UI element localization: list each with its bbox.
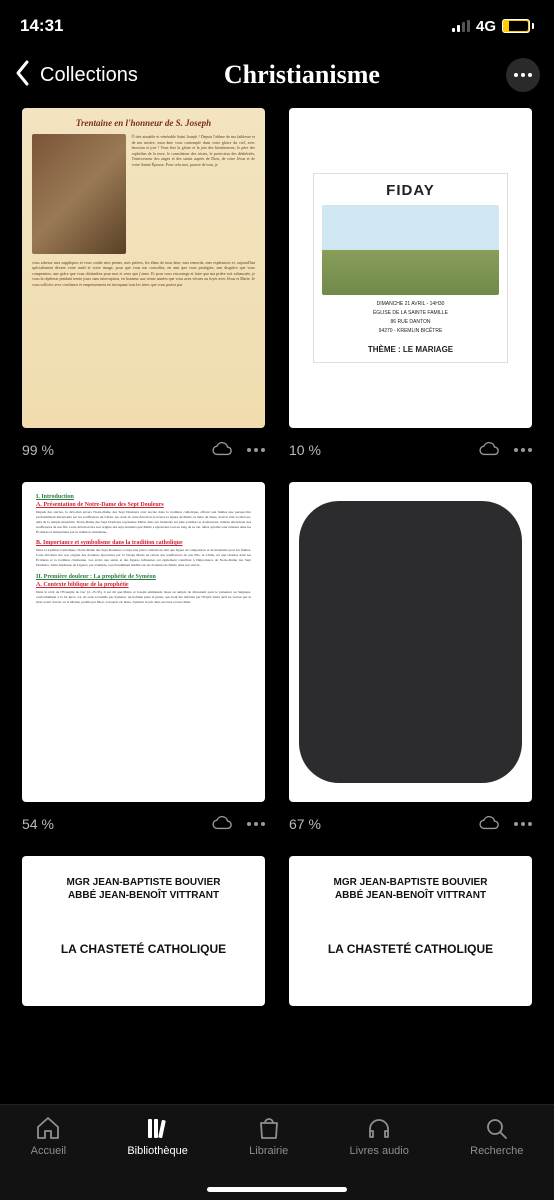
book-footer: 99 % xyxy=(22,438,265,462)
tab-audiobooks[interactable]: Livres audio xyxy=(350,1115,409,1157)
cover-text-fragment: Ô très aimable et vénérable Saint Joseph… xyxy=(132,134,255,254)
book-cover[interactable]: I. Introduction A. Présentation de Notre… xyxy=(22,482,265,802)
book-cover[interactable]: Trentaine en l'honneur de S. Joseph Ô tr… xyxy=(22,108,265,428)
cover-subtitle: ÉGLISE DE LA SAINTE FAMILLE xyxy=(322,310,498,317)
tab-label: Recherche xyxy=(470,1145,523,1157)
cover-subheading: B. Importance et symbolisme dans la trad… xyxy=(36,540,251,546)
reading-progress: 10 % xyxy=(289,442,321,458)
cover-author: ABBÉ JEAN-BENOÎT VITTRANT xyxy=(68,889,219,902)
cover-heading: II. Première douleur : La prophétie de S… xyxy=(36,574,251,580)
reading-progress: 99 % xyxy=(22,442,54,458)
back-button[interactable] xyxy=(14,59,32,92)
cover-title: Trentaine en l'honneur de S. Joseph xyxy=(32,118,255,128)
cover-theme: THÈME : LE MARIAGE xyxy=(322,345,498,354)
cover-title: LA CHASTETÉ CATHOLIQUE xyxy=(328,942,493,956)
more-options-button[interactable] xyxy=(506,58,540,92)
book-item: I. Introduction A. Présentation de Notre… xyxy=(22,482,265,836)
tab-label: Librairie xyxy=(249,1145,288,1157)
tab-bar: Accueil Bibliothèque Librairie Livres au… xyxy=(0,1104,554,1200)
cover-text-fragment: Dans la tradition Catholique, Notre-Dame… xyxy=(36,548,251,568)
status-time: 14:31 xyxy=(20,16,63,36)
page-title: Christianisme xyxy=(106,60,498,90)
book-item: Trentaine en l'honneur de S. Joseph Ô tr… xyxy=(22,108,265,462)
cover-heading: I. Introduction xyxy=(36,494,251,500)
tab-search[interactable]: Recherche xyxy=(470,1115,523,1157)
reading-progress: 54 % xyxy=(22,816,54,832)
cover-subtitle: DIMANCHE 21 AVRIL - 14H30 xyxy=(322,301,498,308)
item-more-button[interactable] xyxy=(247,822,265,826)
tab-home[interactable]: Accueil xyxy=(31,1115,66,1157)
cover-text-fragment: Depuis des siècles, la dévotion envers N… xyxy=(36,510,251,534)
tab-store[interactable]: Librairie xyxy=(249,1115,288,1157)
book-footer: 10 % xyxy=(289,438,532,462)
book-item: 67 % xyxy=(289,482,532,836)
cover-artwork xyxy=(32,134,126,254)
headphones-icon xyxy=(365,1115,393,1141)
cover-title: FIDAY xyxy=(322,182,498,199)
search-icon xyxy=(483,1115,511,1141)
cloud-download-button[interactable] xyxy=(478,814,500,835)
home-icon xyxy=(34,1115,62,1141)
cover-subheading: A. Contexte biblique de la prophétie xyxy=(36,582,251,588)
ellipsis-icon xyxy=(514,73,532,77)
network-type: 4G xyxy=(476,18,496,35)
item-more-button[interactable] xyxy=(514,822,532,826)
cover-text-fragment: vous adresse mes suppliques et vous conf… xyxy=(32,260,255,287)
book-cover[interactable]: MGR JEAN-BAPTISTE BOUVIER ABBÉ JEAN-BENO… xyxy=(22,856,265,1006)
book-cover[interactable]: FIDAY DIMANCHE 21 AVRIL - 14H30 ÉGLISE D… xyxy=(289,108,532,428)
book-footer: 54 % xyxy=(22,812,265,836)
status-right: 4G 27 xyxy=(452,18,534,35)
battery-percentage: 27 xyxy=(510,21,521,32)
book-item: FIDAY DIMANCHE 21 AVRIL - 14H30 ÉGLISE D… xyxy=(289,108,532,462)
battery-indicator: 27 xyxy=(502,19,534,33)
cover-title: LA CHASTETÉ CATHOLIQUE xyxy=(61,942,226,956)
cover-subtitle: 86 RUE DANTON xyxy=(322,319,498,326)
cover-author: MGR JEAN-BAPTISTE BOUVIER xyxy=(67,876,221,889)
book-item: MGR JEAN-BAPTISTE BOUVIER ABBÉ JEAN-BENO… xyxy=(289,856,532,1006)
book-cover[interactable]: MGR JEAN-BAPTISTE BOUVIER ABBÉ JEAN-BENO… xyxy=(289,856,532,1006)
cover-author: MGR JEAN-BAPTISTE BOUVIER xyxy=(334,876,488,889)
cover-placeholder xyxy=(299,501,523,783)
tab-library[interactable]: Bibliothèque xyxy=(127,1115,188,1157)
cover-subtitle: 94270 - KREMLIN BICÊTRE xyxy=(322,328,498,335)
chevron-left-icon xyxy=(14,59,32,87)
reading-progress: 67 % xyxy=(289,816,321,832)
cloud-download-button[interactable] xyxy=(211,440,233,461)
cover-author: ABBÉ JEAN-BENOÎT VITTRANT xyxy=(335,889,486,902)
cover-text-fragment: Dans le récit de l'Évangile de Luc (2, 2… xyxy=(36,590,251,605)
tab-label: Accueil xyxy=(31,1145,66,1157)
book-item: MGR JEAN-BAPTISTE BOUVIER ABBÉ JEAN-BENO… xyxy=(22,856,265,1006)
library-icon xyxy=(144,1115,172,1141)
book-cover[interactable] xyxy=(289,482,532,802)
nav-header: Collections Christianisme xyxy=(0,48,554,108)
cellular-signal-icon xyxy=(452,20,470,32)
item-more-button[interactable] xyxy=(514,448,532,452)
book-grid: Trentaine en l'honneur de S. Joseph Ô tr… xyxy=(0,108,554,1006)
cloud-download-button[interactable] xyxy=(211,814,233,835)
tab-label: Livres audio xyxy=(350,1145,409,1157)
cloud-download-button[interactable] xyxy=(478,440,500,461)
bag-icon xyxy=(255,1115,283,1141)
tab-label: Bibliothèque xyxy=(127,1145,188,1157)
cover-photo xyxy=(322,205,498,295)
home-indicator xyxy=(207,1187,347,1192)
book-footer: 67 % xyxy=(289,812,532,836)
status-bar: 14:31 4G 27 xyxy=(0,0,554,48)
cover-subheading: A. Présentation de Notre-Dame des Sept D… xyxy=(36,502,251,508)
item-more-button[interactable] xyxy=(247,448,265,452)
